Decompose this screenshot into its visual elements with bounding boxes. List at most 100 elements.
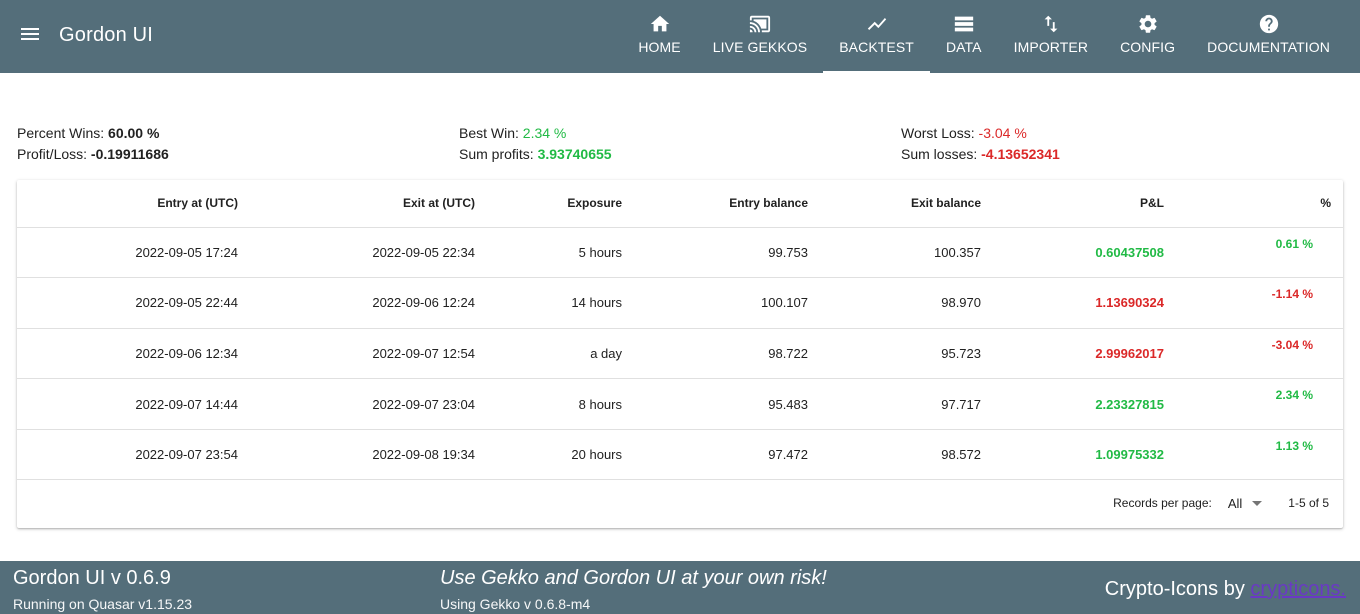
- table-row: 2022-09-05 17:24 2022-09-05 22:34 5 hour…: [17, 227, 1343, 279]
- nav-data[interactable]: DATA: [930, 0, 998, 73]
- stat-label: Percent Wins:: [17, 125, 105, 141]
- footer-credits: Crypto-Icons by crypticons.: [1105, 578, 1346, 601]
- exit-cell: 2022-09-07 12:54: [238, 328, 475, 380]
- trades-table-card: Entry at (UTC) Exit at (UTC) Exposure En…: [17, 180, 1343, 528]
- sum-losses: Sum losses: -4.13652341: [901, 144, 1060, 165]
- percent-cell: 0.61 %: [1164, 227, 1343, 279]
- entry-cell: 2022-09-06 12:34: [17, 328, 238, 380]
- nav-importer[interactable]: IMPORTER: [998, 0, 1104, 73]
- column-header[interactable]: Exposure: [475, 180, 622, 228]
- exit-cell: 2022-09-05 22:34: [238, 227, 475, 279]
- home-icon: [650, 15, 669, 32]
- import-export-icon: [1044, 15, 1058, 33]
- sum-profits: Sum profits: 3.93740655: [459, 144, 612, 165]
- column-header[interactable]: Entry balance: [622, 180, 808, 228]
- table-pagination: Records per page: All 1-5 of 5: [17, 478, 1343, 528]
- storage-icon: [954, 16, 973, 32]
- exposure-cell: 5 hours: [475, 227, 622, 279]
- stat-label: Worst Loss:: [901, 125, 975, 141]
- percent-cell: 2.34 %: [1164, 378, 1343, 430]
- stat-value: -4.13652341: [981, 146, 1060, 162]
- column-header[interactable]: P&L: [981, 180, 1164, 228]
- help-icon: [1259, 14, 1278, 34]
- table-row: 2022-09-07 23:54 2022-09-08 19:34 20 hou…: [17, 429, 1343, 481]
- entry-balance-cell: 95.483: [622, 378, 808, 430]
- records-per-page-label: Records per page:: [1113, 496, 1212, 510]
- stat-label: Sum losses:: [901, 146, 978, 162]
- exit-cell: 2022-09-07 23:04: [238, 378, 475, 430]
- page-footer: Gordon UI v 0.6.9 Running on Quasar v1.1…: [0, 561, 1360, 614]
- exit-balance-cell: 97.717: [808, 378, 981, 430]
- nav-live-gekkos[interactable]: LIVE GEKKOS: [697, 0, 823, 73]
- trades-table: Entry at (UTC) Exit at (UTC) Exposure En…: [17, 180, 1343, 481]
- main-nav: HOME LIVE GEKKOS BACKTEST DATA IMPORTER …: [622, 0, 1346, 73]
- nav-documentation[interactable]: DOCUMENTATION: [1191, 0, 1346, 73]
- column-header[interactable]: Entry at (UTC): [17, 180, 238, 228]
- stat-label: Best Win:: [459, 125, 519, 141]
- menu-icon[interactable]: [18, 25, 42, 47]
- table-row: 2022-09-07 14:44 2022-09-07 23:04 8 hour…: [17, 378, 1343, 430]
- entry-balance-cell: 97.472: [622, 429, 808, 481]
- entry-cell: 2022-09-05 22:44: [17, 277, 238, 329]
- exposure-cell: 8 hours: [475, 378, 622, 430]
- pl-cell: 1.09975332: [981, 429, 1164, 481]
- footer-warning: Use Gekko and Gordon UI at your own risk…: [440, 567, 827, 589]
- entry-balance-cell: 99.753: [622, 227, 808, 279]
- percent-wins: Percent Wins: 60.00 %: [17, 123, 169, 144]
- stat-label: Sum profits:: [459, 146, 534, 162]
- cast-icon: [749, 15, 771, 33]
- best-win: Best Win: 2.34 %: [459, 123, 612, 144]
- exit-balance-cell: 100.357: [808, 227, 981, 279]
- entry-cell: 2022-09-07 23:54: [17, 429, 238, 481]
- exposure-cell: 14 hours: [475, 277, 622, 329]
- records-per-page-select[interactable]: All: [1227, 495, 1263, 511]
- nav-label: BACKTEST: [839, 39, 914, 55]
- exposure-cell: a day: [475, 328, 622, 380]
- pagination-range: 1-5 of 5: [1288, 496, 1329, 510]
- crypticons-link[interactable]: crypticons.: [1250, 578, 1346, 600]
- exit-balance-cell: 98.970: [808, 277, 981, 329]
- stat-label: Profit/Loss:: [17, 146, 88, 162]
- footer-gekko-version: Using Gekko v 0.6.8-m4: [440, 596, 591, 612]
- summary-column-3: Worst Loss: -3.04 % Sum losses: -4.13652…: [901, 123, 1060, 165]
- entry-balance-cell: 100.107: [622, 277, 808, 329]
- pl-cell: 2.99962017: [981, 328, 1164, 380]
- footer-quasar-version: Running on Quasar v1.15.23: [13, 596, 193, 612]
- column-header[interactable]: Exit at (UTC): [238, 180, 475, 228]
- nav-label: DOCUMENTATION: [1207, 39, 1330, 55]
- summary-column-2: Best Win: 2.34 % Sum profits: 3.93740655: [459, 123, 612, 165]
- worst-loss: Worst Loss: -3.04 %: [901, 123, 1060, 144]
- exit-balance-cell: 95.723: [808, 328, 981, 380]
- pl-cell: 0.60437508: [981, 227, 1164, 279]
- nav-label: CONFIG: [1120, 39, 1176, 55]
- gear-icon: [1139, 15, 1157, 33]
- pl-cell: 2.23327815: [981, 378, 1164, 430]
- nav-config[interactable]: CONFIG: [1104, 0, 1191, 73]
- app-title: Gordon UI: [59, 24, 154, 46]
- entry-balance-cell: 98.722: [622, 328, 808, 380]
- top-toolbar: Gordon UI HOME LIVE GEKKOS BACKTEST DATA…: [0, 0, 1360, 73]
- records-per-page-value: All: [1227, 495, 1243, 511]
- table-header-row: Entry at (UTC) Exit at (UTC) Exposure En…: [17, 180, 1343, 228]
- summary-column-1: Percent Wins: 60.00 % Profit/Loss: -0.19…: [17, 123, 169, 165]
- column-header[interactable]: Exit balance: [808, 180, 981, 228]
- percent-cell: -3.04 %: [1164, 328, 1343, 380]
- stat-value: -0.19911686: [90, 146, 169, 162]
- nav-label: LIVE GEKKOS: [712, 39, 808, 55]
- exit-balance-cell: 98.572: [808, 429, 981, 481]
- exit-cell: 2022-09-08 19:34: [238, 429, 475, 481]
- stat-value: -3.04 %: [978, 125, 1027, 141]
- nav-home[interactable]: HOME: [622, 0, 696, 73]
- nav-backtest[interactable]: BACKTEST: [823, 0, 930, 73]
- table-row: 2022-09-05 22:44 2022-09-06 12:24 14 hou…: [17, 277, 1343, 329]
- percent-cell: -1.14 %: [1164, 277, 1343, 329]
- footer-app-version: Gordon UI v 0.6.9: [13, 567, 171, 589]
- nav-label: HOME: [638, 39, 681, 55]
- profit-loss: Profit/Loss: -0.19911686: [17, 144, 169, 165]
- percent-cell: 1.13 %: [1164, 429, 1343, 481]
- exposure-cell: 20 hours: [475, 429, 622, 481]
- stat-value: 60.00 %: [108, 125, 160, 141]
- stat-value: 2.34 %: [522, 125, 567, 141]
- entry-cell: 2022-09-07 14:44: [17, 378, 238, 430]
- column-header[interactable]: %: [1164, 180, 1343, 228]
